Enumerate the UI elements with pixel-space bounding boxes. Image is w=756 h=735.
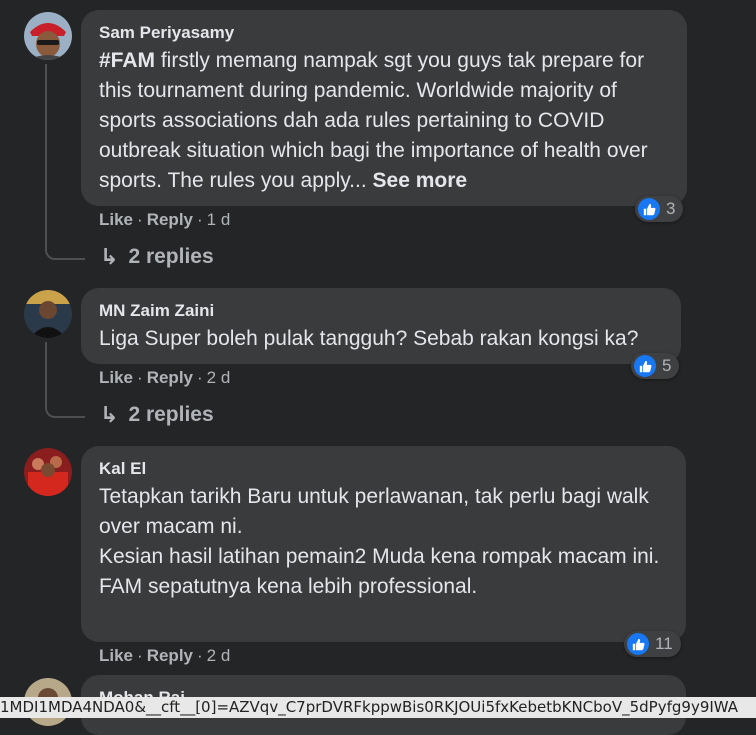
comment-author[interactable]: Sam Periyasamy [99, 22, 669, 44]
see-more-link[interactable]: See more [373, 169, 468, 192]
comment-text: FAM sepatutnya kena lebih professional. [99, 575, 478, 598]
comment-actions: Like · Reply · 1 d [99, 210, 231, 229]
reply-button[interactable]: Reply [147, 210, 193, 229]
view-replies-button[interactable]: ↳ 2 replies [100, 402, 214, 428]
reply-button[interactable]: Reply [147, 646, 193, 665]
like-button[interactable]: Like [99, 368, 133, 387]
like-reaction-icon [634, 355, 656, 377]
timestamp[interactable]: 2 d [207, 368, 231, 387]
comment-bubble: Kal El Tetapkan tarikh Baru untuk perlaw… [81, 446, 686, 642]
comment-text: Liga Super boleh pulak tangguh? Sebab ra… [99, 327, 639, 350]
reaction-count[interactable]: 3 [635, 196, 684, 222]
reaction-number: 5 [662, 356, 672, 375]
avatar[interactable] [24, 290, 72, 338]
like-button[interactable]: Like [99, 210, 133, 229]
like-button[interactable]: Like [99, 646, 133, 665]
reply-button[interactable]: Reply [147, 368, 193, 387]
comment-text: Tetapkan tarikh Baru untuk perlawanan, t… [99, 485, 649, 538]
comment-text: Kesian hasil latihan pemain2 Muda kena r… [99, 545, 660, 568]
comment-actions: Like · Reply · 2 d [99, 368, 231, 387]
reply-arrow-icon: ↳ [100, 244, 119, 269]
comment-text: #FAM firstly memang nampak sgt you guys … [99, 49, 648, 192]
avatar[interactable] [24, 12, 72, 60]
reply-arrow-icon: ↳ [100, 402, 119, 427]
comment-author[interactable]: Kal El [99, 458, 668, 480]
avatar[interactable] [24, 448, 72, 496]
reaction-count[interactable]: 11 [624, 631, 681, 657]
comment-bubble: MN Zaim Zaini Liga Super boleh pulak tan… [81, 288, 681, 364]
comment-author[interactable]: MN Zaim Zaini [99, 300, 663, 322]
reaction-number: 3 [666, 199, 676, 218]
reaction-number: 11 [655, 634, 673, 653]
like-reaction-icon [627, 633, 649, 655]
view-replies-button[interactable]: ↳ 2 replies [100, 244, 214, 270]
like-reaction-icon [638, 198, 660, 220]
comment-bubble: Sam Periyasamy #FAM firstly memang nampa… [81, 10, 687, 206]
timestamp[interactable]: 2 d [207, 646, 231, 665]
reaction-count[interactable]: 5 [631, 353, 680, 379]
timestamp[interactable]: 1 d [207, 210, 231, 229]
status-bar-url: 1MDI1MDA4NDA0&__cft__[0]=AZVqv_C7prDVRFk… [0, 697, 756, 718]
hashtag-link[interactable]: #FAM [99, 49, 155, 72]
comment-actions: Like · Reply · 2 d [99, 646, 231, 665]
